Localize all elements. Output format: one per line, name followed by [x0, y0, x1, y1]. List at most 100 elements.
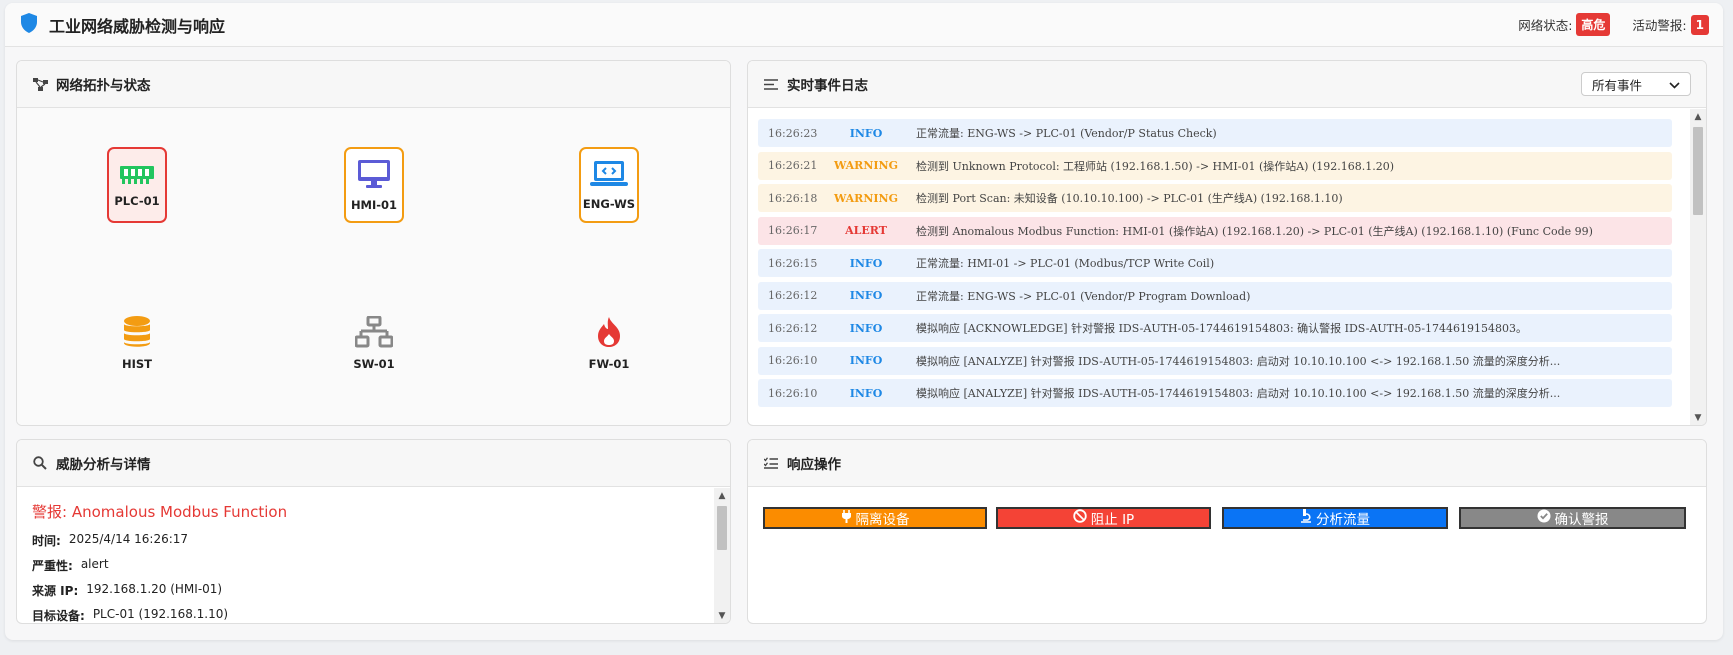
alert-name: Anomalous Modbus Function — [71, 503, 288, 521]
detail-target-device: 目标设备: PLC-01 (192.168.1.10) — [32, 607, 715, 623]
event-time: 16:26:18 — [768, 191, 818, 205]
response-actions-header: 响应操作 — [748, 440, 1706, 487]
node-plc-01[interactable]: PLC-01 — [107, 147, 167, 223]
event-row[interactable]: 16:26:18 WARNING 检测到 Port Scan: 未知设备 (10.1… — [758, 184, 1672, 212]
detail-value: 2025/4/14 16:26:17 — [68, 532, 189, 546]
event-message: 检测到 Unknown Protocol: 工程师站 (192.168.1.50… — [916, 159, 1395, 173]
detail-key: 时间: — [32, 534, 61, 548]
event-row[interactable]: 16:26:17 ALERT 检测到 Anomalous Modbus Functi… — [758, 216, 1672, 245]
scroll-up-icon[interactable]: ▲ — [714, 488, 730, 504]
event-time: 16:26:12 — [768, 289, 818, 302]
shield-icon — [19, 12, 39, 38]
top-bar: 工业网络威胁检测与响应 网络状态: 高危 活动警报: 1 — [5, 3, 1723, 47]
event-row[interactable]: 16:26:23 INFO 正常流量: ENG-WS -> PLC-01 (Vend… — [758, 119, 1672, 147]
event-list[interactable]: 16:26:23 INFO 正常流量: ENG-WS -> PLC-01 (Vend… — [748, 109, 1692, 425]
alert-prefix: 警报: — [32, 503, 68, 521]
active-alerts-badge: 1 — [1690, 14, 1709, 35]
event-time: 16:26:15 — [768, 256, 818, 270]
event-level: WARNING — [834, 159, 898, 172]
node-label: HIST — [121, 356, 153, 371]
detail-key: 严重性: — [32, 559, 73, 573]
scroll-up-icon[interactable]: ▲ — [1690, 109, 1706, 125]
ram-chip-icon — [120, 163, 154, 188]
event-time: 16:26:12 — [768, 321, 818, 335]
detail-source-ip: 来源 IP: 192.168.1.20 (HMI-01) — [32, 582, 715, 599]
event-row[interactable]: 16:26:15 INFO 正常流量: HMI-01 -> PLC-01 (Modb… — [758, 249, 1672, 277]
scroll-thumb[interactable] — [717, 506, 727, 550]
event-log-panel: 实时事件日志 所有事件 16:26:23 INFO 正常流量: ENG-WS -> … — [747, 60, 1707, 426]
scroll-down-icon[interactable]: ▼ — [714, 608, 730, 623]
network-status: 网络状态: 高危 — [1518, 13, 1611, 36]
block-ip-button[interactable]: 阻止 IP — [996, 507, 1211, 529]
event-level: WARNING — [834, 191, 898, 205]
event-level: INFO — [849, 386, 883, 400]
event-message: 正常流量: ENG-WS -> PLC-01 (Vendor/P Status … — [916, 127, 1217, 140]
event-message: 检测到 Anomalous Modbus Function: HMI-01 (操… — [916, 224, 1593, 238]
event-row[interactable]: 16:26:10 INFO 模拟响应 [ANALYZE] 针对警报 IDS-AUTH… — [758, 379, 1672, 407]
event-log-title: 实时事件日志 — [787, 78, 868, 94]
monitor-icon — [357, 159, 391, 192]
analysis-scrollbar[interactable]: ▲ ▼ — [714, 488, 730, 623]
detail-severity: 严重性: alert — [32, 557, 715, 574]
scroll-thumb[interactable] — [1693, 127, 1703, 215]
event-row[interactable]: 16:26:10 INFO 模拟响应 [ANALYZE] 针对警报 IDS-AUTH… — [758, 346, 1672, 375]
event-row[interactable]: 16:26:12 INFO 正常流量: ENG-WS -> PLC-01 (Vend… — [758, 281, 1672, 310]
detail-time: 时间: 2025/4/14 16:26:17 — [32, 532, 715, 549]
node-label: PLC-01 — [114, 193, 160, 208]
threat-analysis-panel: 威胁分析与详情 警报: Anomalous Modbus Function 时间… — [16, 439, 731, 624]
event-time: 16:26:10 — [768, 386, 818, 400]
event-time: 16:26:21 — [768, 159, 818, 172]
task-list-icon — [763, 455, 779, 471]
microscope-icon — [1300, 509, 1312, 527]
response-actions-title: 响应操作 — [787, 457, 841, 473]
event-log-header: 实时事件日志 所有事件 — [748, 61, 1706, 108]
event-level: INFO — [849, 126, 883, 140]
brand: 工业网络威胁检测与响应 — [19, 12, 225, 38]
node-sw-01[interactable]: SW-01 — [344, 305, 404, 381]
isolate-device-label: 隔离设备 — [855, 512, 910, 528]
scroll-down-icon[interactable]: ▼ — [1690, 410, 1706, 425]
network-status-badge: 高危 — [1576, 13, 1611, 36]
event-time: 16:26:17 — [768, 224, 818, 237]
node-label: ENG-WS — [582, 196, 636, 211]
event-level: INFO — [849, 321, 883, 335]
app-title: 工业网络威胁检测与响应 — [49, 16, 226, 36]
network-status-label: 网络状态: — [1518, 18, 1573, 33]
ban-icon — [1073, 509, 1087, 527]
laptop-code-icon — [590, 160, 628, 191]
event-time: 16:26:23 — [768, 126, 818, 140]
detail-value: PLC-01 (192.168.1.10) — [92, 607, 229, 621]
node-eng-ws[interactable]: ENG-WS — [579, 147, 639, 223]
threat-details: 警报: Anomalous Modbus Function 时间: 2025/4… — [17, 487, 730, 623]
detail-key: 目标设备: — [32, 609, 85, 623]
event-row[interactable]: 16:26:12 INFO 模拟响应 [ACKNOWLEDGE] 针对警报 IDS-… — [758, 314, 1672, 342]
chevron-down-icon — [1669, 77, 1680, 92]
event-message: 正常流量: ENG-WS -> PLC-01 (Vendor/P Program… — [916, 289, 1251, 303]
event-message: 检测到 Port Scan: 未知设备 (10.10.10.100) -> PL… — [916, 192, 1343, 205]
node-hist[interactable]: HIST — [107, 305, 167, 381]
event-message: 正常流量: HMI-01 -> PLC-01 (Modbus/TCP Write… — [916, 257, 1215, 270]
node-hmi-01[interactable]: HMI-01 — [344, 147, 404, 223]
topology-canvas: PLC-01 HMI-01 ENG-WS HIST SW-01 FW-01 — [17, 108, 730, 425]
event-row[interactable]: 16:26:21 WARNING 检测到 Unknown Protocol: 工程师… — [758, 151, 1672, 180]
node-label: SW-01 — [353, 356, 395, 371]
topology-title: 网络拓扑与状态 — [56, 78, 151, 94]
detail-value: 192.168.1.20 (HMI-01) — [86, 582, 223, 596]
analyze-traffic-label: 分析流量 — [1316, 512, 1370, 528]
event-level: ALERT — [845, 224, 887, 237]
acknowledge-alert-button[interactable]: 确认警报 — [1459, 507, 1686, 529]
alert-heading: 警报: Anomalous Modbus Function — [32, 501, 715, 522]
topology-header: 网络拓扑与状态 — [17, 61, 730, 108]
event-message: 模拟响应 [ANALYZE] 针对警报 IDS-AUTH-05-17446191… — [916, 387, 1561, 400]
search-icon — [32, 455, 48, 471]
block-ip-label: 阻止 IP — [1090, 512, 1135, 528]
threat-analysis-title: 威胁分析与详情 — [56, 457, 151, 473]
event-time: 16:26:10 — [768, 354, 818, 367]
isolate-device-button[interactable]: 隔离设备 — [763, 507, 987, 529]
active-alerts-label: 活动警报: — [1632, 18, 1687, 33]
analyze-traffic-button[interactable]: 分析流量 — [1222, 507, 1448, 529]
event-filter-select[interactable]: 所有事件 — [1581, 72, 1691, 96]
event-log-scrollbar[interactable]: ▲ ▼ — [1690, 109, 1706, 425]
topology-icon — [32, 76, 48, 92]
node-fw-01[interactable]: FW-01 — [579, 305, 639, 381]
